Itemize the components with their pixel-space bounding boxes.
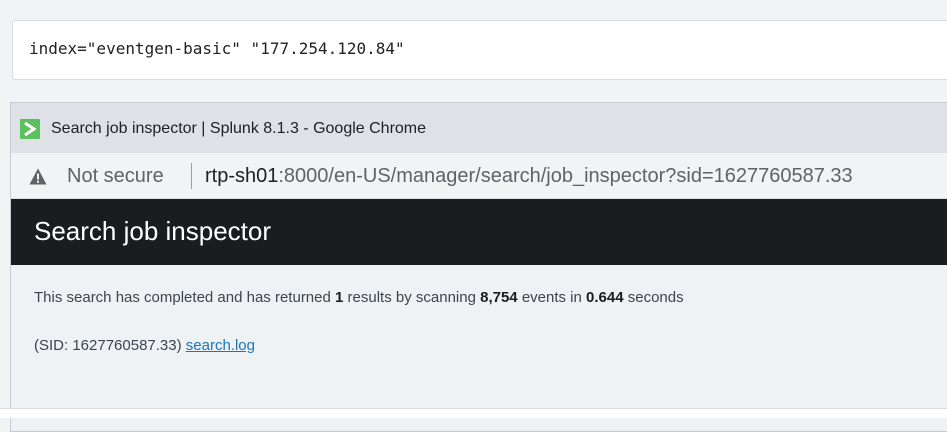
address-bar[interactable]: Not secure rtp-sh01:8000/en-US/manager/s… xyxy=(11,153,947,199)
terminal-prompt-icon xyxy=(20,119,40,139)
bottom-panel-edge xyxy=(0,408,947,418)
search-log-link[interactable]: search.log xyxy=(186,337,255,354)
status-middle: results by scanning xyxy=(343,289,481,306)
window-title: Search job inspector | Splunk 8.1.3 - Go… xyxy=(51,120,427,137)
chrome-popup-window: Search job inspector | Splunk 8.1.3 - Go… xyxy=(10,102,947,432)
sid-line: (SID: 1627760587.33) search.log xyxy=(34,337,255,354)
warning-triangle-icon[interactable] xyxy=(29,168,47,185)
sid-label: (SID: 1627760587.33) xyxy=(34,337,182,354)
page-body: This search has completed and has return… xyxy=(11,265,947,431)
security-status[interactable]: Not secure xyxy=(67,165,164,188)
page-header: Search job inspector xyxy=(11,199,947,265)
event-count: 8,754 xyxy=(480,289,518,306)
url-path: :8000/en-US/manager/search/job_inspector… xyxy=(278,165,853,187)
search-query-text[interactable]: index="eventgen-basic" "177.254.120.84" xyxy=(29,39,405,58)
address-divider xyxy=(191,163,192,189)
status-prefix: This search has completed and has return… xyxy=(34,289,336,306)
status-events-word: events in xyxy=(517,289,587,306)
window-title-bar[interactable]: Search job inspector | Splunk 8.1.3 - Go… xyxy=(11,103,947,153)
url-host: rtp-sh01 xyxy=(205,165,279,187)
search-duration: 0.644 xyxy=(586,289,624,306)
status-suffix: seconds xyxy=(623,289,684,306)
url-text[interactable]: rtp-sh01:8000/en-US/manager/search/job_i… xyxy=(205,165,853,188)
search-status-message: This search has completed and has return… xyxy=(34,289,684,306)
search-bar[interactable]: index="eventgen-basic" "177.254.120.84" xyxy=(12,20,947,80)
page-title: Search job inspector xyxy=(34,216,272,246)
